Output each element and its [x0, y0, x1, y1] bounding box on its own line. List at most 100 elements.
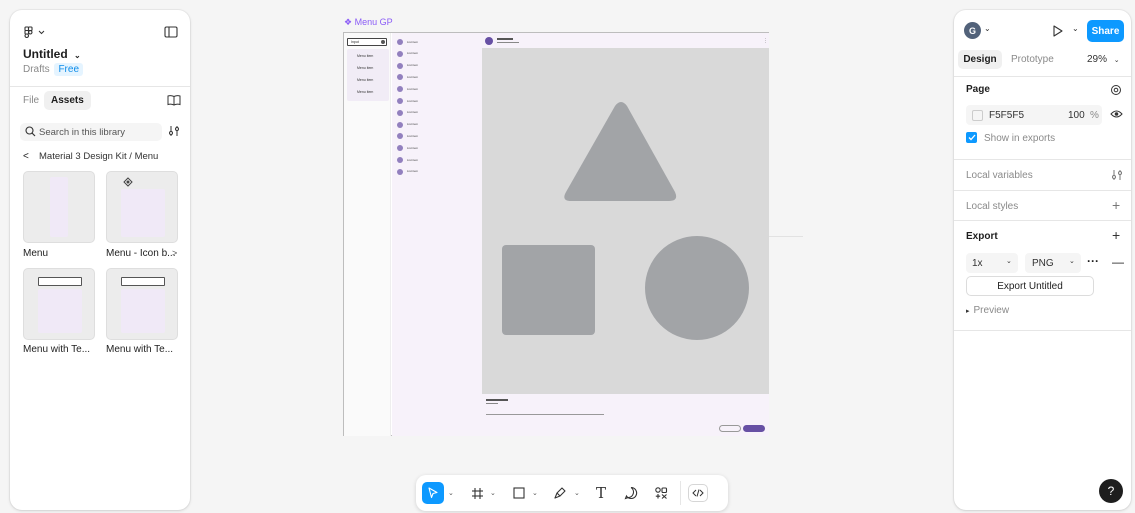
list-item[interactable]: List item: [407, 51, 418, 55]
avatar[interactable]: G: [964, 22, 981, 39]
page-fill-field[interactable]: F5F5F5 100 %: [966, 105, 1102, 125]
chevron-down-icon[interactable]: ⌄: [490, 489, 496, 497]
add-export-icon[interactable]: +: [1112, 227, 1120, 243]
textfield-preview: [121, 277, 165, 286]
chevron-down-icon[interactable]: ⌄: [574, 489, 580, 497]
search-input[interactable]: Search in this library: [20, 123, 162, 141]
fill-swatch[interactable]: [972, 109, 983, 121]
shape-tool-button[interactable]: [510, 483, 528, 503]
list-item[interactable]: List item: [407, 87, 418, 91]
code-icon: [692, 489, 704, 497]
list-item[interactable]: List item: [407, 63, 418, 67]
chevron-down-icon: ⌄: [1069, 258, 1075, 265]
menu-item[interactable]: Menu item: [357, 90, 373, 94]
menu-column: Input Menu item Menu item Menu item Menu…: [344, 33, 391, 436]
filter-adjust-icon[interactable]: [168, 125, 180, 137]
asset-thumb-menu-icon-button[interactable]: [106, 171, 178, 243]
pen-tool-button[interactable]: [550, 483, 570, 503]
search-icon: [25, 126, 36, 137]
move-tool-button[interactable]: [422, 482, 444, 504]
frame-tool-button[interactable]: [468, 483, 486, 503]
list-column: List item List item List item List item List…: [392, 33, 482, 436]
add-style-icon[interactable]: +: [1112, 197, 1120, 213]
asset-label: Menu: [23, 248, 49, 259]
chevron-down-icon[interactable]: ⌄: [532, 489, 538, 497]
export-format-select[interactable]: PNG ⌄: [1025, 253, 1081, 273]
list-item[interactable]: List item: [407, 146, 418, 150]
more-vert-icon[interactable]: ⋮: [763, 38, 768, 44]
panel-toggle-icon[interactable]: [164, 26, 178, 38]
header-title-line: [497, 38, 513, 40]
right-panel: G ⌄ ⌄ Share Design Prototype 29% ⌄ Page …: [954, 10, 1131, 510]
more-options-icon[interactable]: ···: [1087, 254, 1099, 268]
text-tool-button[interactable]: T: [592, 483, 610, 503]
asset-thumb-menu[interactable]: [23, 171, 95, 243]
circle-shape: [645, 236, 749, 340]
dev-mode-toggle[interactable]: [688, 484, 708, 502]
asset-thumb-menu-with-textfield[interactable]: [23, 268, 95, 340]
asset-thumb-menu-with-textfield-2[interactable]: [106, 268, 178, 340]
asset-label: Menu with Te...: [106, 344, 174, 355]
remove-export-icon[interactable]: —: [1112, 255, 1124, 269]
cursor-icon: [428, 487, 438, 499]
menu-item[interactable]: Menu item: [357, 54, 373, 58]
library-book-icon[interactable]: [167, 94, 181, 106]
avatar: [485, 37, 493, 45]
list-item[interactable]: List item: [407, 99, 418, 103]
file-name: Untitled: [23, 47, 68, 61]
page-settings-icon[interactable]: [1110, 84, 1122, 96]
fill-hex[interactable]: F5F5F5: [989, 110, 1024, 121]
list-item[interactable]: List item: [407, 122, 418, 126]
chevron-down-icon[interactable]: ⌄: [984, 24, 991, 33]
play-icon[interactable]: [1052, 25, 1063, 37]
list-item[interactable]: List item: [407, 110, 418, 114]
menu-item[interactable]: Menu item: [357, 66, 373, 70]
list-item[interactable]: List item: [407, 134, 418, 138]
file-location: Drafts Free: [23, 63, 84, 76]
local-styles-label[interactable]: Local styles: [966, 201, 1018, 212]
chevron-right-icon[interactable]: >: [172, 248, 177, 258]
list-item[interactable]: List item: [407, 158, 418, 162]
chevron-down-icon[interactable]: ⌄: [1072, 24, 1079, 33]
show-in-exports-checkbox[interactable]: [966, 132, 977, 143]
fill-opacity[interactable]: 100: [1068, 110, 1085, 121]
show-in-exports-label[interactable]: Show in exports: [984, 133, 1055, 144]
actions-tool-button[interactable]: [652, 483, 670, 503]
primary-button[interactable]: [743, 425, 765, 432]
local-variables-label[interactable]: Local variables: [966, 170, 1033, 181]
file-title[interactable]: Untitled ⌄: [23, 47, 81, 61]
tab-prototype[interactable]: Prototype: [1011, 54, 1054, 65]
drafts-label[interactable]: Drafts: [23, 64, 50, 75]
list-item-avatar: [397, 168, 403, 175]
list-item[interactable]: List item: [407, 169, 418, 173]
back-chevron-icon[interactable]: <: [23, 151, 29, 162]
list-item-avatar: [397, 74, 403, 81]
figma-menu-icon[interactable]: [24, 26, 46, 38]
export-scale-select[interactable]: 1x ⌄: [966, 253, 1018, 273]
preview-toggle[interactable]: ▸ Preview: [966, 305, 1009, 316]
tab-design[interactable]: Design: [958, 50, 1002, 69]
eye-icon[interactable]: [1110, 109, 1123, 119]
list-item[interactable]: List item: [407, 75, 418, 79]
list-item-avatar: [397, 50, 403, 57]
footer-body-line: [486, 414, 604, 415]
frame-name: Menu GP: [354, 17, 393, 27]
rectangle-icon: [513, 487, 525, 499]
menu-search-field[interactable]: Input: [347, 38, 387, 46]
list-item-avatar: [397, 133, 403, 140]
variables-adjust-icon[interactable]: [1111, 169, 1123, 181]
secondary-button[interactable]: [719, 425, 741, 432]
menu-frame[interactable]: Input Menu item Menu item Menu item Menu…: [343, 32, 769, 436]
export-button[interactable]: Export Untitled: [966, 276, 1094, 296]
tab-assets[interactable]: Assets: [44, 91, 91, 110]
list-item[interactable]: List item: [407, 40, 418, 44]
share-button[interactable]: Share: [1087, 20, 1124, 42]
chevron-down-icon[interactable]: ⌄: [448, 489, 454, 497]
comment-tool-button[interactable]: [622, 483, 640, 503]
menu-item[interactable]: Menu item: [357, 78, 373, 82]
frame-label[interactable]: ❖ Menu GP: [344, 17, 393, 28]
help-button[interactable]: ?: [1099, 479, 1123, 503]
menu-card-preview: [50, 177, 68, 237]
zoom-level[interactable]: 29% ⌄: [1087, 54, 1120, 65]
tab-file[interactable]: File: [23, 95, 39, 106]
